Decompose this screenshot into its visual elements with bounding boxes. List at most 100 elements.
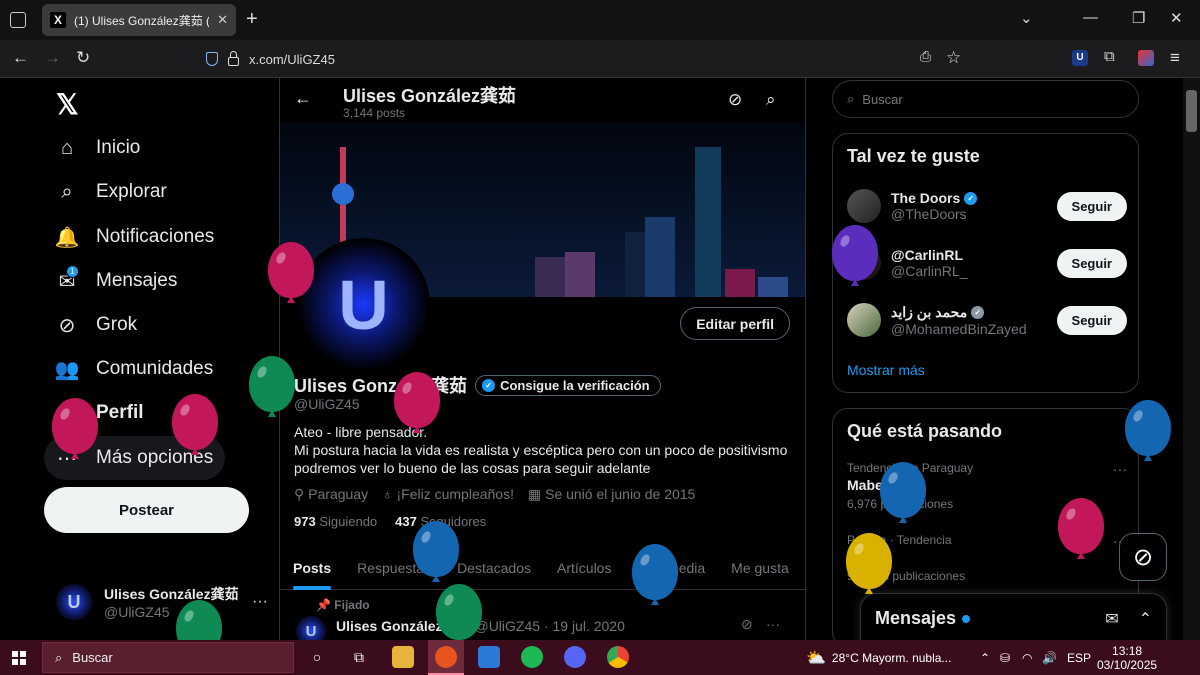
volume-icon[interactable]: 🔊 [1042, 640, 1057, 675]
suggestion-item[interactable]: محمد بن زايد ✓ @MohamedBinZayed Seguir [847, 298, 1127, 342]
show-more-link[interactable]: Mostrar más [847, 362, 925, 378]
cortana-icon[interactable]: ○ [306, 646, 328, 668]
grok-icon: ⊘ [58, 314, 76, 337]
joined-text: Se unió el junio de 2015 [545, 486, 696, 502]
tab-likes[interactable]: Me gusta [718, 546, 802, 590]
profile-avatar[interactable]: U [297, 238, 430, 371]
avatar[interactable] [847, 189, 881, 223]
windows-start-icon[interactable] [12, 651, 26, 665]
grok-icon[interactable]: ⊘ [741, 616, 753, 633]
weather-widget[interactable]: ⛅ 28°C Mayorm. nubla... [806, 640, 951, 675]
expand-chevron-icon[interactable]: ⌃ [1139, 609, 1152, 629]
photos-icon[interactable] [478, 646, 500, 668]
discord-icon[interactable] [564, 646, 586, 668]
wifi-icon[interactable]: ◠ [1022, 640, 1032, 675]
following-count: 973 [294, 514, 316, 529]
tab-list-icon[interactable]: ⌄ [1020, 9, 1033, 27]
language-indicator[interactable]: ESP [1067, 640, 1091, 675]
forward-button[interactable]: → [44, 48, 61, 68]
following-link[interactable]: 973 Siguiendo [294, 514, 377, 529]
location: ⚲ Paraguay [294, 486, 368, 503]
new-tab-button[interactable]: + [246, 8, 258, 31]
tab-posts[interactable]: Posts [280, 546, 344, 590]
back-arrow-icon[interactable]: ← [294, 88, 312, 109]
suggestion-item[interactable]: The Doors ✓ @TheDoors Seguir [847, 184, 1127, 228]
x-favicon-icon: X [50, 12, 66, 28]
avatar[interactable] [847, 303, 881, 337]
tab-overview-icon[interactable] [10, 12, 26, 28]
bookmark-star-icon[interactable]: ☆ [946, 48, 961, 68]
task-view-icon[interactable]: ⧉ [348, 646, 370, 668]
browser-tab[interactable]: X (1) Ulises González龚茹 (@UliG... ✕ [42, 4, 236, 36]
taskbar-search[interactable]: ⌕ Buscar [42, 642, 294, 673]
follow-button[interactable]: Seguir [1056, 191, 1127, 221]
reload-button[interactable]: ↻ [76, 48, 90, 68]
firefox-icon[interactable] [435, 646, 457, 668]
verify-label: Consigue la verificación [500, 377, 650, 393]
tweet-more-icon[interactable]: ··· [766, 616, 780, 632]
messages-drawer[interactable]: Mensajes ✉ ⌃ [860, 593, 1167, 640]
x-logo-icon[interactable]: 𝕏 [56, 88, 79, 121]
page-scrollbar[interactable] [1183, 78, 1200, 640]
file-explorer-icon[interactable] [392, 646, 414, 668]
scrollbar-thumb[interactable] [1186, 90, 1197, 132]
close-window-button[interactable]: ✕ [1170, 9, 1183, 27]
address-bar[interactable]: x.com/UliGZ45 [202, 46, 972, 72]
suggestion-item[interactable]: @CarlinRL @CarlinRL_ Seguir [847, 241, 1127, 285]
clock[interactable]: 13:18 03/10/2025 [1097, 640, 1157, 675]
profile-tabs: Posts Respuestas Destacados Artículos Mu… [280, 546, 805, 590]
search-icon[interactable]: ⌕ [766, 90, 776, 110]
minimize-button[interactable]: — [1083, 9, 1098, 26]
pinned-label: 📌 Fijado [316, 598, 370, 612]
tab-articles[interactable]: Artículos [544, 546, 624, 590]
tray-chevron-icon[interactable]: ⌃ [980, 640, 990, 675]
follow-button[interactable]: Seguir [1056, 248, 1127, 278]
profile-name: Ulises González龚茹 [294, 376, 468, 396]
back-button[interactable]: ← [12, 48, 29, 68]
tweet-date[interactable]: · 19 jul. 2020 [544, 618, 625, 634]
search-icon: ⌕ [847, 91, 855, 106]
nav-messages[interactable]: ✉ 1 Mensajes [44, 259, 189, 303]
account-menu-icon[interactable]: ··· [252, 593, 268, 611]
balloon [846, 533, 892, 589]
follow-button[interactable]: Seguir [1056, 305, 1127, 335]
chrome-icon[interactable] [607, 646, 629, 668]
reader-icon[interactable]: ⎙ [920, 48, 931, 65]
tweet-author-handle[interactable]: @UliGZ45 [474, 618, 540, 634]
spotify-icon[interactable] [521, 646, 543, 668]
tab-close-icon[interactable]: ✕ [217, 12, 228, 28]
restore-button[interactable]: ❐ [1132, 9, 1145, 27]
tab-highlights[interactable]: Destacados [444, 546, 544, 590]
trend-more-icon[interactable]: ··· [1113, 461, 1127, 477]
lock-icon[interactable] [228, 50, 239, 66]
get-verified-button[interactable]: ✓ Consigue la verificación [475, 374, 661, 396]
nav-notifications[interactable]: 🔔 Notificaciones [44, 215, 226, 259]
extension-color-icon[interactable] [1138, 50, 1154, 66]
search-placeholder: Buscar [862, 91, 903, 107]
tray-app-icon[interactable]: ⛁ [1000, 640, 1010, 675]
grok-floating-button[interactable]: ⊘ [1119, 533, 1167, 581]
building [645, 217, 675, 297]
pinned-tweet[interactable]: U Ulises González龚茹 @UliGZ45 · 19 jul. 2… [296, 616, 796, 640]
new-message-icon[interactable]: ✉ [1105, 609, 1118, 629]
profile-bio: Ateo - libre pensador. Mi postura hacia … [294, 423, 794, 477]
edit-profile-button[interactable]: Editar perfil [680, 307, 790, 340]
nav-home[interactable]: ⌂ Inicio [44, 126, 152, 170]
nav-explore[interactable]: ⌕ Explorar [44, 170, 179, 214]
nav-communities[interactable]: 👥 Comunidades [44, 347, 225, 391]
balloon [1125, 400, 1171, 456]
suggestion-name: The Doors ✓ [891, 190, 978, 206]
suggestion-name-text: The Doors [891, 190, 961, 206]
suggestion-name: محمد بن زايد ✓ [891, 304, 1027, 321]
search-input[interactable]: ⌕ Buscar [832, 80, 1139, 118]
url-text[interactable]: x.com/UliGZ45 [249, 52, 335, 67]
extensions-icon[interactable]: ⧉ [1104, 48, 1115, 65]
avatar[interactable]: U [296, 616, 326, 640]
menu-icon[interactable]: ≡ [1170, 48, 1180, 68]
tracking-shield-icon[interactable] [206, 52, 218, 66]
account-switcher[interactable]: U Ulises González龚茹 @UliGZ45 ··· [56, 578, 268, 626]
post-button[interactable]: Postear [44, 487, 249, 533]
extension-u-icon[interactable]: U [1072, 50, 1088, 66]
nav-grok[interactable]: ⊘ Grok [44, 303, 149, 347]
grok-analyze-icon[interactable]: ⊘ [728, 90, 742, 110]
